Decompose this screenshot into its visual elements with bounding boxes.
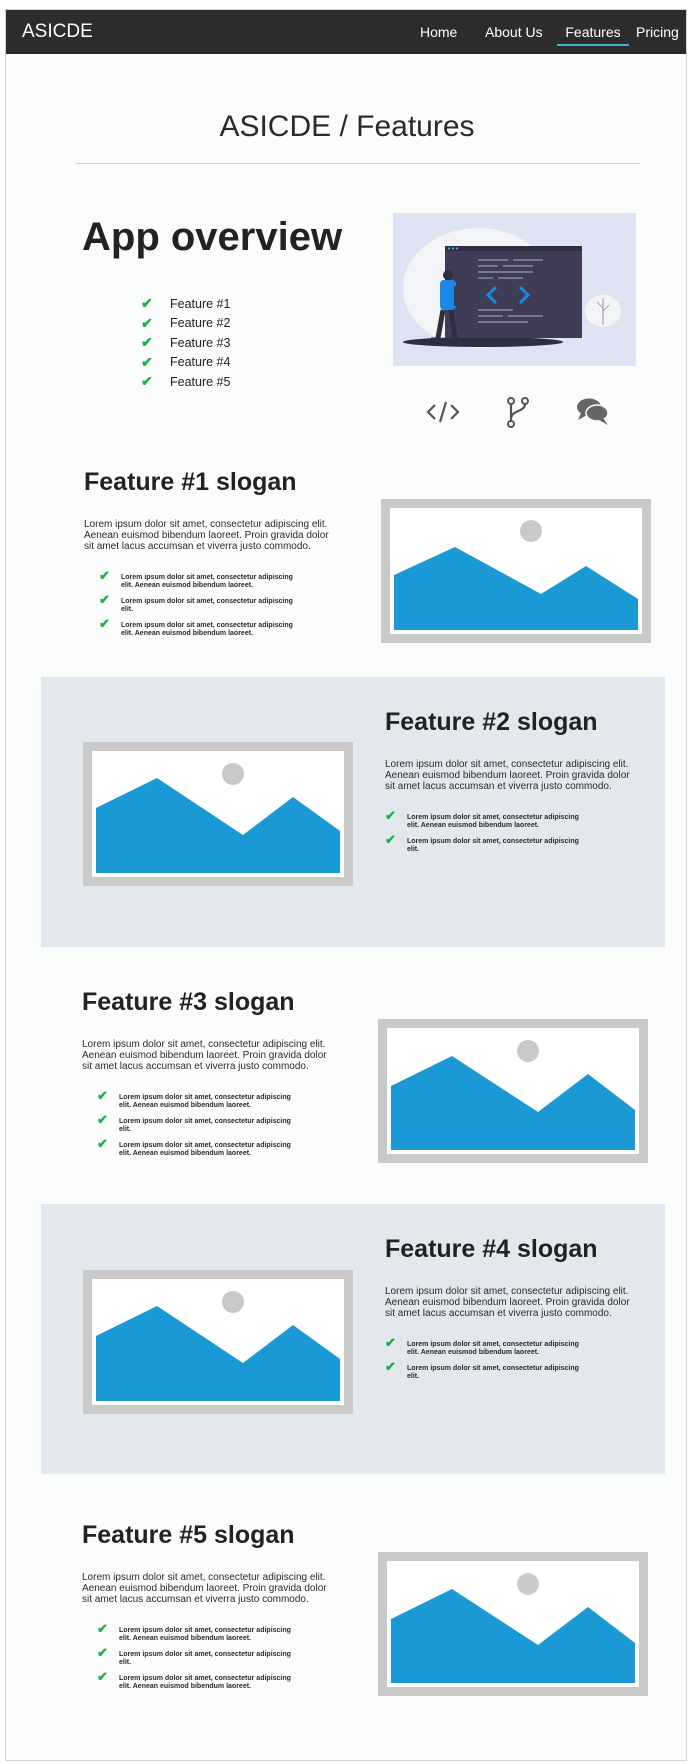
feature-5-description: Lorem ipsum dolor sit amet, consectetur … <box>82 1572 327 1605</box>
list-item: ✔ Lorem ipsum dolor sit amet, consectetur… <box>97 1112 291 1133</box>
check-icon: ✔ <box>97 1645 108 1660</box>
check-icon: ✔ <box>141 295 153 312</box>
feature-1-bullets: ✔ Lorem ipsum dolor sit amet, consectetur… <box>99 568 319 646</box>
check-icon: ✔ <box>97 1112 108 1127</box>
feature-1-description: Lorem ipsum dolor sit amet, consectetur … <box>84 519 329 552</box>
branch-icon[interactable] <box>500 394 536 430</box>
feature-2-image-placeholder <box>83 742 353 886</box>
comments-icon[interactable] <box>575 394 611 430</box>
nav-home[interactable]: Home <box>420 24 457 40</box>
list-item: ✔ Lorem ipsum dolor sit amet, consectetur… <box>97 1645 291 1666</box>
feature-3-description: Lorem ipsum dolor sit amet, consectetur … <box>82 1039 327 1072</box>
list-item: ✔ Feature #4 <box>141 353 231 370</box>
check-icon: ✔ <box>97 1669 108 1684</box>
code-icon[interactable] <box>425 394 461 430</box>
coder-illustration <box>393 213 636 366</box>
page-frame: ASICDE Home About Us Features Pricing AS… <box>5 9 687 1761</box>
feature-4-title: Feature #4 slogan <box>385 1235 598 1263</box>
feature-3-bullets: ✔ Lorem ipsum dolor sit amet, consectetur… <box>97 1088 317 1166</box>
overview-feature-list: ✔ Feature #1 ✔ Feature #2 ✔ Feature #3 ✔ Fea… <box>141 294 230 392</box>
check-icon: ✔ <box>385 1335 396 1350</box>
feature-4-bullets: ✔ Lorem ipsum dolor sit amet, consectetur… <box>385 1335 605 1389</box>
nav-pricing[interactable]: Pricing <box>636 24 679 40</box>
check-icon: ✔ <box>99 616 110 631</box>
list-item: ✔ Lorem ipsum dolor sit amet, consectetur… <box>99 568 293 589</box>
list-item: ✔ Lorem ipsum dolor sit amet, consectetur… <box>97 1669 291 1690</box>
feature-3-image-placeholder <box>378 1019 648 1163</box>
list-item: ✔ Feature #3 <box>141 334 231 351</box>
feature-5-image-placeholder <box>378 1552 648 1696</box>
list-item: ✔ Lorem ipsum dolor sit amet, consectetur… <box>97 1621 291 1642</box>
navbar: ASICDE Home About Us Features Pricing <box>6 10 686 54</box>
check-icon: ✔ <box>141 334 153 351</box>
feature-5-bullets: ✔ Lorem ipsum dolor sit amet, consectetur… <box>97 1621 317 1699</box>
title-divider <box>76 163 640 164</box>
check-icon: ✔ <box>99 568 110 583</box>
feature-2-bullets: ✔ Lorem ipsum dolor sit amet, consectetur… <box>385 808 605 862</box>
feature-4-image-placeholder <box>83 1270 353 1414</box>
brand-logo[interactable]: ASICDE <box>22 21 93 43</box>
check-icon: ✔ <box>97 1088 108 1103</box>
check-icon: ✔ <box>141 314 153 331</box>
check-icon: ✔ <box>385 832 396 847</box>
list-item: ✔ Lorem ipsum dolor sit amet, consectetur… <box>385 1359 579 1380</box>
check-icon: ✔ <box>97 1136 108 1151</box>
check-icon: ✔ <box>385 808 396 823</box>
list-item: ✔ Feature #2 <box>141 314 231 331</box>
overview-title: App overview <box>82 215 343 259</box>
list-item: ✔ Lorem ipsum dolor sit amet, consectetur… <box>99 616 293 637</box>
list-item: ✔ Lorem ipsum dolor sit amet, consectetur… <box>99 592 293 613</box>
feature-1-image-placeholder <box>381 499 651 643</box>
nav-features[interactable]: Features <box>557 24 629 46</box>
check-icon: ✔ <box>141 373 153 390</box>
list-item: ✔ Feature #5 <box>141 373 231 390</box>
check-icon: ✔ <box>385 1359 396 1374</box>
check-icon: ✔ <box>99 592 110 607</box>
list-item: ✔ Lorem ipsum dolor sit amet, consectetur… <box>97 1088 291 1109</box>
feature-2-title: Feature #2 slogan <box>385 708 598 736</box>
feature-1-title: Feature #1 slogan <box>84 468 297 496</box>
list-item: ✔ Lorem ipsum dolor sit amet, consectetur… <box>385 832 579 853</box>
list-item: ✔ Lorem ipsum dolor sit amet, consectetur… <box>385 1335 579 1356</box>
check-icon: ✔ <box>141 353 153 370</box>
page-title: ASICDE / Features <box>219 110 475 143</box>
nav-about-us[interactable]: About Us <box>485 24 543 40</box>
list-item: ✔ Lorem ipsum dolor sit amet, consectetur… <box>97 1136 291 1157</box>
feature-2-description: Lorem ipsum dolor sit amet, consectetur … <box>385 759 630 792</box>
list-item: ✔ Lorem ipsum dolor sit amet, consectetur… <box>385 808 579 829</box>
feature-4-description: Lorem ipsum dolor sit amet, consectetur … <box>385 1286 630 1319</box>
list-item: ✔ Feature #1 <box>141 295 231 312</box>
check-icon: ✔ <box>97 1621 108 1636</box>
feature-3-title: Feature #3 slogan <box>82 988 295 1016</box>
feature-5-title: Feature #5 slogan <box>82 1521 295 1549</box>
